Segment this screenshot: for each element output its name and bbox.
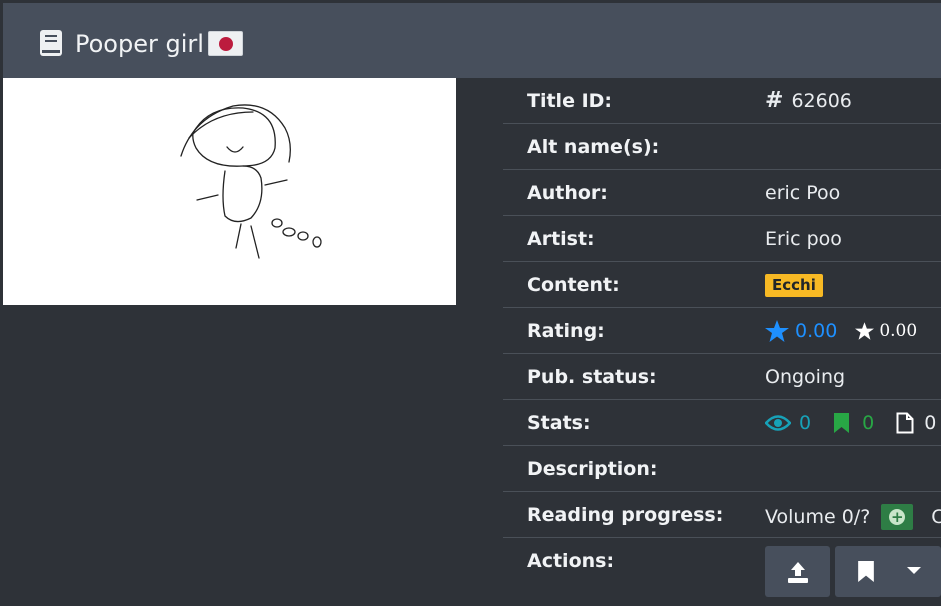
row-description: Description: <box>503 446 941 492</box>
alt-names-label: Alt name(s): <box>527 136 660 158</box>
hash-icon: # <box>765 88 784 113</box>
rating-value: 0.00 0.00 <box>765 320 917 342</box>
cover-image[interactable] <box>3 78 456 305</box>
row-title-id: Title ID: # 62606 <box>503 78 941 124</box>
row-stats: Stats: 0 0 0 <box>503 400 941 446</box>
bayesian-rating-value: 0.00 <box>795 320 838 342</box>
views-count: 0 <box>799 412 812 434</box>
title-info-table: Title ID: # 62606 Alt name(s): Author: e… <box>503 78 941 600</box>
artist-link[interactable]: Eric poo <box>765 228 842 250</box>
volume-progress: Volume 0/? <box>765 506 871 528</box>
content-label: Content: <box>527 274 620 296</box>
file-icon <box>896 412 914 434</box>
reading-progress-label: Reading progress: <box>527 504 724 526</box>
mean-rating-value: 0.00 <box>879 321 918 341</box>
row-actions: Actions: <box>503 538 941 600</box>
page-title: Pooper girl <box>75 30 204 58</box>
eye-icon <box>765 415 791 431</box>
row-rating: Rating: 0.00 0.00 <box>503 308 941 354</box>
pub-status-value: Ongoing <box>765 366 846 388</box>
title-bar: Pooper girl <box>3 3 941 78</box>
title-id-number: 62606 <box>791 90 852 112</box>
follow-dropdown-button[interactable] <box>835 546 941 597</box>
stats-label: Stats: <box>527 412 591 434</box>
content-badge[interactable]: Ecchi <box>765 274 823 297</box>
title-id-value: # 62606 <box>765 88 852 113</box>
chapters-count: 0 <box>924 412 937 434</box>
stats-value: 0 0 0 <box>765 412 941 434</box>
bookmark-icon <box>858 561 874 582</box>
japan-flag-icon <box>208 31 243 56</box>
actions-label: Actions: <box>527 550 615 572</box>
bookmark-icon <box>834 413 850 433</box>
book-icon <box>40 30 62 56</box>
row-content: Content: Ecchi <box>503 262 941 308</box>
cover-drawing <box>180 104 322 259</box>
bayesian-rating: 0.00 <box>765 320 837 342</box>
star-icon <box>765 320 789 342</box>
star-icon <box>855 322 875 340</box>
row-alt-names: Alt name(s): <box>503 124 941 170</box>
upload-icon <box>787 561 808 583</box>
row-reading-progress: Reading progress: Volume 0/? + C <box>503 492 941 538</box>
description-label: Description: <box>527 458 658 480</box>
plus-icon: + <box>889 508 906 526</box>
views-stat: 0 <box>765 412 811 434</box>
author-link[interactable]: eric Poo <box>765 182 840 204</box>
reading-progress-value: Volume 0/? + C <box>765 504 941 530</box>
follows-count: 0 <box>862 412 875 434</box>
row-artist: Artist: Eric poo <box>503 216 941 262</box>
chapter-progress: C <box>931 506 941 528</box>
pub-status-label: Pub. status: <box>527 366 657 388</box>
artist-label: Artist: <box>527 228 595 250</box>
chapters-stat: 0 <box>896 412 936 434</box>
content-value: Ecchi <box>765 274 823 297</box>
follows-stat: 0 <box>833 412 874 434</box>
increment-volume-button[interactable]: + <box>881 504 914 530</box>
title-id-label: Title ID: <box>527 90 613 112</box>
rating-label: Rating: <box>527 320 605 342</box>
mean-rating: 0.00 <box>855 320 917 342</box>
row-pub-status: Pub. status: Ongoing <box>503 354 941 400</box>
upload-button[interactable] <box>765 546 830 597</box>
row-author: Author: eric Poo <box>503 170 941 216</box>
author-label: Author: <box>527 182 608 204</box>
chevron-down-icon[interactable] <box>907 567 921 574</box>
